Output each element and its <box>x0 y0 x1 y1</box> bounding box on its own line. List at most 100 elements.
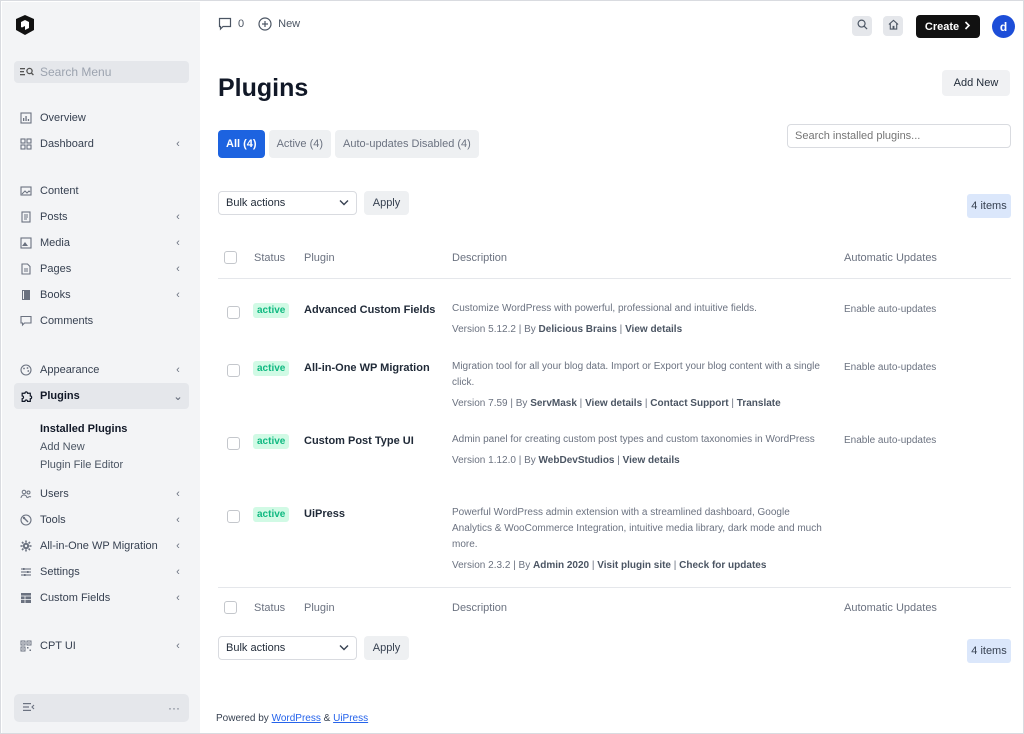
sidebar-item-label: Plugins <box>40 390 80 402</box>
row-checkbox[interactable] <box>227 437 240 450</box>
more-options-icon[interactable]: ··· <box>168 701 180 715</box>
header-status[interactable]: Status <box>254 252 285 264</box>
uipress-logo-icon[interactable] <box>14 14 36 36</box>
view-details-link[interactable]: View details <box>585 398 642 409</box>
plugin-name: UiPress <box>304 508 345 520</box>
search-menu-input[interactable]: Search Menu <box>14 61 189 83</box>
page-title: Plugins <box>218 74 309 102</box>
row-checkbox[interactable] <box>227 510 240 523</box>
nav-group-overview: Overview Dashboard ‹ <box>14 105 189 157</box>
check-for-updates-link[interactable]: Check for updates <box>679 560 766 571</box>
chevron-left-icon: ‹ <box>176 237 180 249</box>
plugin-author-link[interactable]: Admin 2020 <box>533 560 589 571</box>
sidebar-item-settings[interactable]: Settings ‹ <box>14 559 189 585</box>
users-icon <box>19 487 33 501</box>
chevron-left-icon: ‹ <box>176 540 180 552</box>
uipress-link[interactable]: UiPress <box>333 713 368 724</box>
sidebar-item-tools[interactable]: Tools ‹ <box>14 507 189 533</box>
sidebar-item-label: Comments <box>40 315 94 327</box>
submenu-plugin-file-editor[interactable]: Plugin File Editor <box>40 456 189 474</box>
header-plugin[interactable]: Plugin <box>304 252 335 264</box>
enable-auto-updates-link[interactable]: Enable auto-updates <box>844 362 936 373</box>
translate-link[interactable]: Translate <box>737 398 781 409</box>
create-button[interactable]: Create <box>916 15 980 38</box>
bulk-actions-select-bottom[interactable]: Bulk actions <box>218 636 357 660</box>
book-icon <box>19 288 33 302</box>
nav-group-appearance: Appearance ‹ Plugins ⌄ <box>14 357 189 409</box>
sidebar-item-all-in-one-wp-migration[interactable]: All-in-One WP Migration ‹ <box>14 533 189 559</box>
comments-button[interactable]: 0 <box>218 17 244 31</box>
status-badge: active <box>253 507 290 522</box>
table-icon <box>19 591 33 605</box>
plugin-meta: Version 2.3.2 | By Admin 2020 | Visit pl… <box>452 560 767 571</box>
plugin-meta: Version 7.59 | By ServMask | View detail… <box>452 398 781 409</box>
chevron-left-icon: ‹ <box>176 592 180 604</box>
chevron-left-icon: ‹ <box>176 211 180 223</box>
sidebar-item-pages[interactable]: Pages ‹ <box>14 256 189 282</box>
row-checkbox[interactable] <box>227 306 240 319</box>
page-icon <box>19 262 33 276</box>
plugin-version: Version 1.12.0 | By <box>452 455 536 466</box>
plugin-author-link[interactable]: Delicious Brains <box>539 324 617 335</box>
filter-auto-updates-disabled[interactable]: Auto-updates Disabled (4) <box>335 130 479 158</box>
select-all-checkbox-bottom[interactable] <box>224 601 237 614</box>
add-new-plugin-button[interactable]: Add New <box>942 70 1010 96</box>
plugin-description: Powerful WordPress admin extension with … <box>452 507 822 550</box>
plugin-description: Migration tool for all your blog data. I… <box>452 361 820 388</box>
view-details-link[interactable]: View details <box>623 455 680 466</box>
user-avatar[interactable]: d <box>992 15 1015 38</box>
apply-button-top[interactable]: Apply <box>364 191 409 215</box>
sidebar-item-label: Tools <box>40 514 66 526</box>
sidebar-item-label: Appearance <box>40 364 100 376</box>
visit-plugin-site-link[interactable]: Visit plugin site <box>597 560 671 571</box>
sidebar-item-dashboard[interactable]: Dashboard ‹ <box>14 131 189 157</box>
sidebar-item-cpt-ui[interactable]: CPT UI ‹ <box>14 633 189 659</box>
sidebar-item-comments[interactable]: Comments <box>14 308 189 334</box>
chevron-down-icon <box>339 197 349 209</box>
home-button[interactable] <box>883 16 903 36</box>
palette-icon <box>19 363 33 377</box>
row-checkbox[interactable] <box>227 364 240 377</box>
sidebar-item-media[interactable]: Media ‹ <box>14 230 189 256</box>
sidebar-item-label: Posts <box>40 211 68 223</box>
filter-all[interactable]: All (4) <box>218 130 265 158</box>
new-label: New <box>278 18 301 30</box>
submenu-add-new[interactable]: Add New <box>40 438 189 456</box>
plugin-version: Version 7.59 | By <box>452 398 528 409</box>
plugin-author-link[interactable]: WebDevStudios <box>539 455 615 466</box>
sidebar-item-label: Custom Fields <box>40 592 111 604</box>
chevron-right-icon <box>964 20 971 33</box>
footer-credits: Powered by WordPress & UiPress <box>216 713 368 724</box>
sidebar-item-plugins[interactable]: Plugins ⌄ <box>14 383 189 409</box>
images-icon <box>19 184 33 198</box>
footer-header-status[interactable]: Status <box>254 602 285 614</box>
sidebar-item-custom-fields[interactable]: Custom Fields ‹ <box>14 585 189 611</box>
contact-support-link[interactable]: Contact Support <box>650 398 728 409</box>
wordpress-link[interactable]: WordPress <box>272 713 321 724</box>
sidebar-item-label: Media <box>40 237 70 249</box>
sidebar-item-users[interactable]: Users ‹ <box>14 481 189 507</box>
sidebar-item-overview[interactable]: Overview <box>14 105 189 131</box>
sidebar-item-appearance[interactable]: Appearance ‹ <box>14 357 189 383</box>
submenu-installed-plugins[interactable]: Installed Plugins <box>40 420 189 438</box>
enable-auto-updates-link[interactable]: Enable auto-updates <box>844 435 936 446</box>
sidebar-item-posts[interactable]: Posts ‹ <box>14 204 189 230</box>
filter-active[interactable]: Active (4) <box>268 130 332 158</box>
footer-header-plugin[interactable]: Plugin <box>304 602 335 614</box>
chevron-left-icon: ‹ <box>176 488 180 500</box>
plugin-author-link[interactable]: ServMask <box>530 398 577 409</box>
grid-icon <box>19 137 33 151</box>
select-all-checkbox-top[interactable] <box>224 251 237 264</box>
bulk-actions-select-top[interactable]: Bulk actions <box>218 191 357 215</box>
search-button[interactable] <box>852 16 872 36</box>
new-button[interactable]: New <box>258 17 300 31</box>
bulk-actions-label: Bulk actions <box>226 642 286 654</box>
search-plugins-input[interactable] <box>787 124 1011 148</box>
chevron-left-icon: ‹ <box>176 364 180 376</box>
apply-button-bottom[interactable]: Apply <box>364 636 409 660</box>
enable-auto-updates-link[interactable]: Enable auto-updates <box>844 304 936 315</box>
view-details-link[interactable]: View details <box>625 324 682 335</box>
sidebar-item-books[interactable]: Books ‹ <box>14 282 189 308</box>
sidebar-item-content[interactable]: Content <box>14 178 189 204</box>
collapse-menu-icon[interactable] <box>23 701 35 716</box>
